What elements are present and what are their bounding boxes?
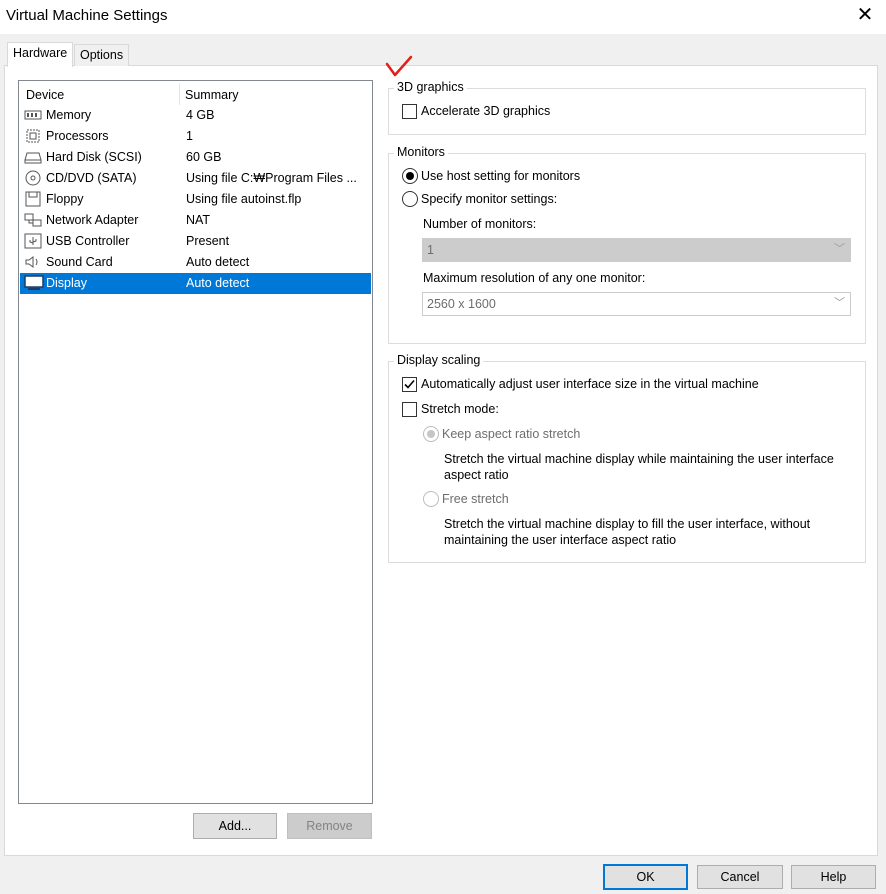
free-stretch-desc-line2: maintaining the user interface aspect ra… — [444, 533, 677, 547]
device-name: Processors — [46, 129, 109, 143]
keep-aspect-ratio-radio[interactable] — [423, 426, 439, 442]
device-row-hard-disk[interactable]: Hard Disk (SCSI) 60 GB — [20, 147, 371, 168]
device-row-sound-card[interactable]: Sound Card Auto detect — [20, 252, 371, 273]
number-of-monitors-value: 1 — [427, 243, 434, 257]
use-host-monitors-label[interactable]: Use host setting for monitors — [421, 169, 580, 183]
free-stretch-desc-line1: Stretch the virtual machine display to f… — [444, 517, 811, 531]
network-adapter-icon — [24, 212, 42, 228]
floppy-icon — [24, 191, 42, 207]
device-row-usb-controller[interactable]: USB Controller Present — [20, 231, 371, 252]
free-stretch-label[interactable]: Free stretch — [442, 492, 509, 506]
remove-button[interactable]: Remove — [287, 813, 372, 839]
free-stretch-radio[interactable] — [423, 491, 439, 507]
auto-adjust-label[interactable]: Automatically adjust user interface size… — [421, 377, 759, 391]
device-summary: 60 GB — [186, 150, 222, 164]
stretch-mode-checkbox[interactable] — [402, 402, 417, 417]
device-list[interactable]: Device Summary Memory 4 GB Processors 1 … — [18, 80, 373, 804]
sound-icon — [24, 254, 42, 270]
chevron-down-icon: ﹀ — [834, 297, 845, 309]
device-summary: 1 — [186, 129, 193, 143]
add-button[interactable]: Add... — [193, 813, 277, 839]
group-label-3d-graphics: 3D graphics — [394, 80, 467, 94]
help-button[interactable]: Help — [791, 865, 876, 889]
device-name: Network Adapter — [46, 213, 139, 227]
hard-disk-icon — [24, 149, 42, 165]
close-icon[interactable]: ✕ — [856, 5, 874, 25]
device-summary: Auto detect — [186, 276, 250, 290]
device-summary: Present — [186, 234, 230, 248]
chevron-down-icon: ﹀ — [834, 243, 845, 255]
device-row-floppy[interactable]: Floppy Using file autoinst.flp — [20, 189, 371, 210]
specify-monitor-settings-label[interactable]: Specify monitor settings: — [421, 192, 557, 206]
keep-aspect-desc-line2: aspect ratio — [444, 468, 509, 482]
summary-column-header[interactable]: Summary — [185, 88, 238, 102]
device-name: Sound Card — [46, 255, 113, 269]
tab-hardware[interactable]: Hardware — [7, 42, 74, 67]
device-name: Floppy — [46, 192, 84, 206]
accelerate-3d-checkbox[interactable] — [402, 104, 417, 119]
auto-adjust-checkbox[interactable] — [402, 377, 417, 392]
device-row-display[interactable]: Display Auto detect — [20, 273, 371, 294]
ok-button[interactable]: OK — [603, 864, 688, 890]
device-column-header[interactable]: Device — [26, 88, 64, 102]
device-name: USB Controller — [46, 234, 130, 248]
device-row-processors[interactable]: Processors 1 — [20, 126, 371, 147]
accelerate-3d-label[interactable]: Accelerate 3D graphics — [421, 104, 550, 118]
usb-icon — [24, 233, 42, 249]
use-host-monitors-radio[interactable] — [402, 168, 418, 184]
display-icon — [24, 275, 44, 291]
device-name: CD/DVD (SATA) — [46, 171, 137, 185]
device-summary: 4 GB — [186, 108, 215, 122]
column-divider[interactable] — [179, 83, 180, 105]
stretch-mode-label[interactable]: Stretch mode: — [421, 402, 499, 416]
max-resolution-select[interactable]: 2560 x 1600 ﹀ — [422, 292, 851, 316]
device-row-network-adapter[interactable]: Network Adapter NAT — [20, 210, 371, 231]
device-summary: Auto detect — [186, 255, 250, 269]
processor-icon — [24, 128, 42, 144]
annotation-check-icon — [385, 55, 413, 77]
tab-options[interactable]: Options — [74, 44, 130, 66]
device-row-cd-dvd[interactable]: CD/DVD (SATA) Using file C:₩Program File… — [20, 168, 371, 189]
cancel-button[interactable]: Cancel — [697, 865, 783, 889]
keep-aspect-ratio-label[interactable]: Keep aspect ratio stretch — [442, 427, 580, 441]
cd-dvd-icon — [24, 170, 42, 186]
number-of-monitors-select[interactable]: 1 ﹀ — [422, 238, 851, 262]
max-resolution-label: Maximum resolution of any one monitor: — [423, 271, 646, 285]
number-of-monitors-label: Number of monitors: — [423, 217, 537, 231]
checkmark-icon — [404, 379, 415, 389]
memory-icon — [24, 107, 42, 123]
specify-monitor-settings-radio[interactable] — [402, 191, 418, 207]
max-resolution-value: 2560 x 1600 — [427, 297, 496, 311]
group-label-monitors: Monitors — [394, 145, 448, 159]
device-summary: Using file autoinst.flp — [186, 192, 302, 206]
keep-aspect-desc-line1: Stretch the virtual machine display whil… — [444, 452, 834, 466]
device-summary: NAT — [186, 213, 211, 227]
group-label-display-scaling: Display scaling — [394, 353, 484, 367]
device-name: Hard Disk (SCSI) — [46, 150, 142, 164]
window-title: Virtual Machine Settings — [6, 7, 168, 24]
device-summary: Using file C:₩Program Files ... — [186, 171, 357, 185]
device-row-memory[interactable]: Memory 4 GB — [20, 105, 371, 126]
device-name: Display — [46, 276, 87, 290]
device-name: Memory — [46, 108, 92, 122]
